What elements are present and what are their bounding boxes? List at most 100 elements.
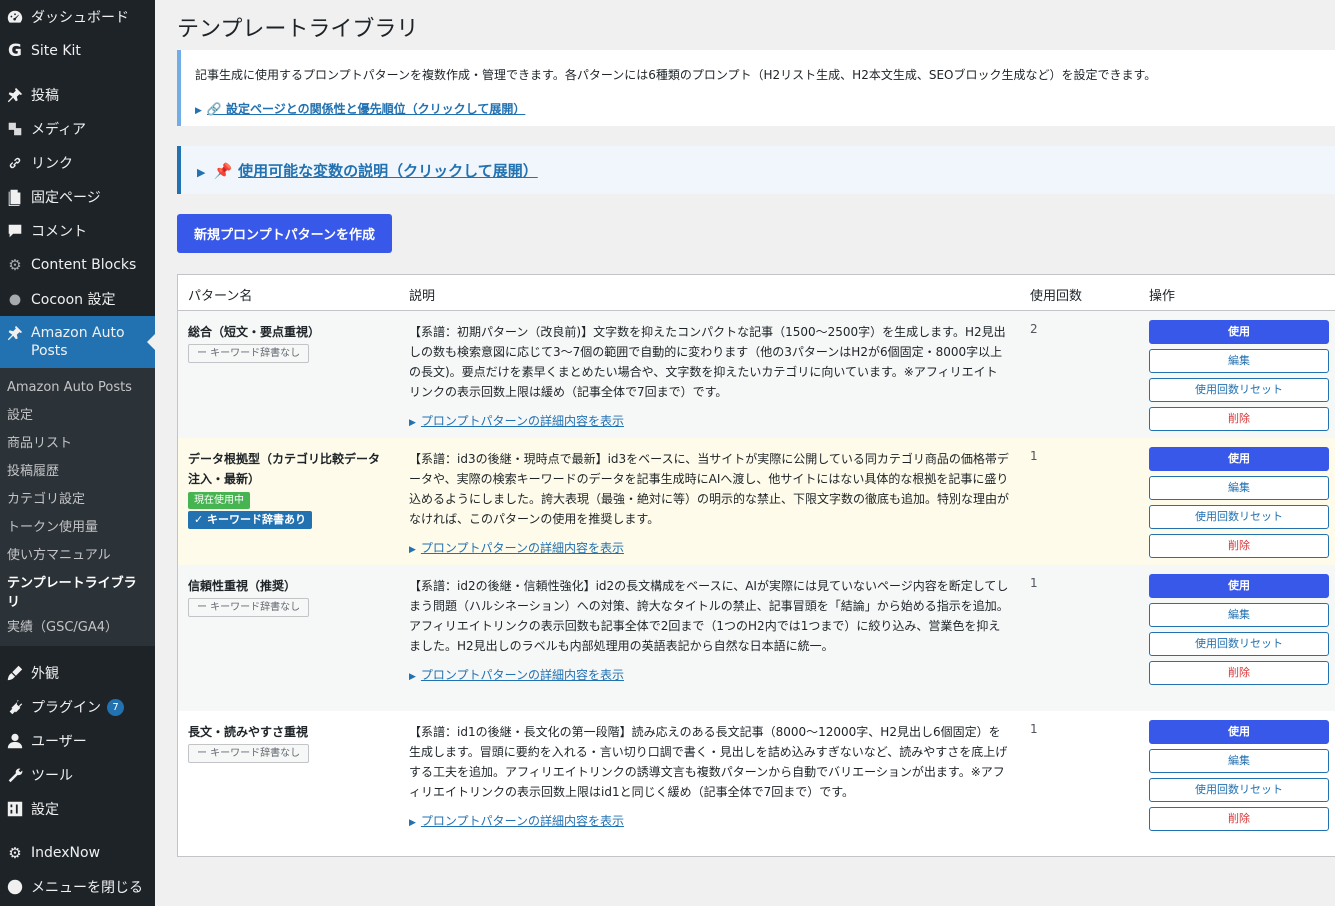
admin-sidebar: ダッシュボード G Site Kit 投稿 メディア リンク 固定ページ コメン…: [0, 0, 155, 906]
pattern-description: 【系譜：初期パターン（改良前)】文字数を抑えたコンパクトな記事（1500〜250…: [409, 325, 1006, 399]
menu-links[interactable]: リンク: [0, 146, 155, 180]
menu-label: ダッシュボード: [31, 10, 129, 26]
detail-toggle[interactable]: ▶ プロンプトパターンの詳細内容を表示: [409, 811, 1009, 833]
submenu-item[interactable]: トークン使用量: [0, 514, 155, 542]
menu-sitekit[interactable]: G Site Kit: [0, 34, 155, 68]
detail-link[interactable]: プロンプトパターンの詳細内容を表示: [421, 414, 624, 428]
plugin-icon: [6, 698, 24, 716]
table-row: 長文・読みやすさ重視 ー キーワード辞書なし 【系譜：id1の後継・長文化の第一…: [178, 711, 1335, 857]
edit-button[interactable]: 編集: [1149, 603, 1329, 627]
menu-content-blocks[interactable]: ⚙ Content Blocks: [0, 248, 155, 282]
menu-media[interactable]: メディア: [0, 112, 155, 146]
pattern-description: 【系譜：id3の後継・現時点で最新】id3をベースに、当サイトが実際に公開してい…: [409, 452, 1010, 526]
menu-label: IndexNow: [31, 845, 101, 861]
menu-label: Content Blocks: [31, 257, 137, 273]
detail-link[interactable]: プロンプトパターンの詳細内容を表示: [421, 541, 624, 555]
submenu-item[interactable]: 使い方マニュアル: [0, 542, 155, 570]
submenu-item[interactable]: カテゴリ設定: [0, 486, 155, 514]
delete-button[interactable]: 削除: [1149, 661, 1329, 685]
delete-button[interactable]: 削除: [1149, 407, 1329, 431]
relationship-toggle[interactable]: ▶ 🔗 設定ページとの関係性と優先順位（クリックして展開）: [195, 100, 525, 117]
pattern-name-cell: データ根拠型（カテゴリ比較データ注入・最新） 現在使用中 ✓ キーワード辞書あり: [188, 449, 388, 529]
pattern-description: 【系譜：id1の後継・長文化の第一段階】読み応えのある長文記事（8000〜120…: [409, 725, 1008, 799]
use-button[interactable]: 使用: [1149, 447, 1329, 471]
update-count-badge: 7: [107, 698, 124, 716]
menu-appearance[interactable]: 外観: [0, 656, 155, 690]
table-row: 総合（短文・要点重視） ー キーワード辞書なし 【系譜：初期パターン（改良前)】…: [178, 311, 1335, 438]
menu-plugins[interactable]: プラグイン 7: [0, 690, 155, 724]
menu-pages[interactable]: 固定ページ: [0, 180, 155, 214]
menu-collapse[interactable]: メニューを閉じる: [0, 870, 155, 904]
reset-count-button[interactable]: 使用回数リセット: [1149, 778, 1329, 802]
pattern-name: 長文・読みやすさ重視: [188, 725, 309, 739]
detail-link[interactable]: プロンプトパターンの詳細内容を表示: [421, 668, 624, 682]
pin-icon: [6, 86, 24, 104]
edit-button[interactable]: 編集: [1149, 749, 1329, 773]
pattern-desc-cell: 【系譜：id1の後継・長文化の第一段階】読み応えのある長文記事（8000〜120…: [409, 722, 1009, 833]
submenu-item[interactable]: 設定: [0, 402, 155, 430]
keyword-dict-tag: ー キーワード辞書なし: [188, 744, 310, 763]
edit-button[interactable]: 編集: [1149, 349, 1329, 373]
menu-settings[interactable]: 設定: [0, 792, 155, 826]
menu-label: ツール: [31, 768, 73, 784]
reset-count-button[interactable]: 使用回数リセット: [1149, 632, 1329, 656]
menu-label: Site Kit: [31, 43, 81, 59]
pattern-table: パターン名 説明 使用回数 操作 総合（短文・要点重視） ー キーワード辞書なし…: [177, 274, 1335, 857]
pattern-name: データ根拠型（カテゴリ比較データ注入・最新）: [188, 452, 381, 486]
usage-count: 1: [1030, 449, 1038, 463]
menu-label: メニューを閉じる: [31, 880, 143, 896]
circle-icon: [6, 290, 24, 308]
media-icon: [6, 120, 24, 138]
submenu-item[interactable]: 投稿履歴: [0, 458, 155, 486]
gear-icon: ⚙: [8, 844, 22, 862]
row-actions: 使用 編集 使用回数リセット 削除: [1149, 720, 1329, 836]
keyword-dict-tag: ー キーワード辞書なし: [188, 344, 310, 363]
reset-count-button[interactable]: 使用回数リセット: [1149, 378, 1329, 402]
row-actions: 使用 編集 使用回数リセット 削除: [1149, 447, 1329, 563]
row-actions: 使用 編集 使用回数リセット 削除: [1149, 320, 1329, 436]
menu-cocoon[interactable]: Cocoon 設定: [0, 282, 155, 316]
use-button[interactable]: 使用: [1149, 720, 1329, 744]
menu-indexnow[interactable]: ⚙ IndexNow: [0, 836, 155, 870]
header-actions: 操作: [1149, 289, 1176, 304]
use-button[interactable]: 使用: [1149, 320, 1329, 344]
use-button[interactable]: 使用: [1149, 574, 1329, 598]
menu-comments[interactable]: コメント: [0, 214, 155, 248]
detail-toggle[interactable]: ▶ プロンプトパターンの詳細内容を表示: [409, 411, 1009, 433]
reset-count-button[interactable]: 使用回数リセット: [1149, 505, 1329, 529]
menu-tools[interactable]: ツール: [0, 758, 155, 792]
variables-link[interactable]: 使用可能な変数の説明（クリックして展開）: [238, 162, 538, 180]
delete-button[interactable]: 削除: [1149, 807, 1329, 831]
menu-dashboard[interactable]: ダッシュボード: [0, 0, 155, 34]
pattern-name-cell: 総合（短文・要点重視） ー キーワード辞書なし: [188, 322, 388, 363]
create-pattern-button[interactable]: 新規プロンプトパターンを作成: [177, 214, 392, 253]
menu-amazon-auto-posts[interactable]: Amazon Auto Posts: [0, 316, 155, 368]
gear-icon: ⚙: [8, 256, 22, 274]
menu-label: コメント: [31, 224, 87, 240]
header-desc: 説明: [409, 289, 436, 304]
wrench-icon: [6, 766, 24, 784]
submenu-item[interactable]: 商品リスト: [0, 430, 155, 458]
triangle-right-icon: ▶: [197, 166, 206, 179]
submenu-item[interactable]: 実績（GSC/GA4）: [0, 614, 155, 642]
brush-icon: [6, 664, 24, 682]
pattern-desc-cell: 【系譜：id3の後継・現時点で最新】id3をベースに、当サイトが実際に公開してい…: [409, 449, 1009, 560]
edit-button[interactable]: 編集: [1149, 476, 1329, 500]
submenu-item[interactable]: Amazon Auto Posts: [0, 374, 155, 402]
usage-count: 1: [1030, 576, 1038, 590]
delete-button[interactable]: 削除: [1149, 534, 1329, 558]
notice-text: 記事生成に使用するプロンプトパターンを複数作成・管理できます。各パターンには6種…: [195, 68, 1157, 82]
collapse-icon: [6, 878, 24, 896]
submenu-item-current[interactable]: テンプレートライブラリ: [0, 570, 155, 614]
comment-icon: [6, 222, 24, 240]
variables-toggle[interactable]: ▶ 📌 使用可能な変数の説明（クリックして展開）: [197, 160, 538, 181]
menu-posts[interactable]: 投稿: [0, 78, 155, 112]
link-icon: [6, 154, 24, 172]
relationship-link[interactable]: 🔗 設定ページとの関係性と優先順位（クリックして展開）: [207, 102, 525, 116]
menu-users[interactable]: ユーザー: [0, 724, 155, 758]
detail-toggle[interactable]: ▶ プロンプトパターンの詳細内容を表示: [409, 538, 1009, 560]
detail-toggle[interactable]: ▶ プロンプトパターンの詳細内容を表示: [409, 665, 1009, 687]
settings-icon: [6, 800, 24, 818]
menu-label: 投稿: [31, 88, 59, 104]
detail-link[interactable]: プロンプトパターンの詳細内容を表示: [421, 814, 624, 828]
